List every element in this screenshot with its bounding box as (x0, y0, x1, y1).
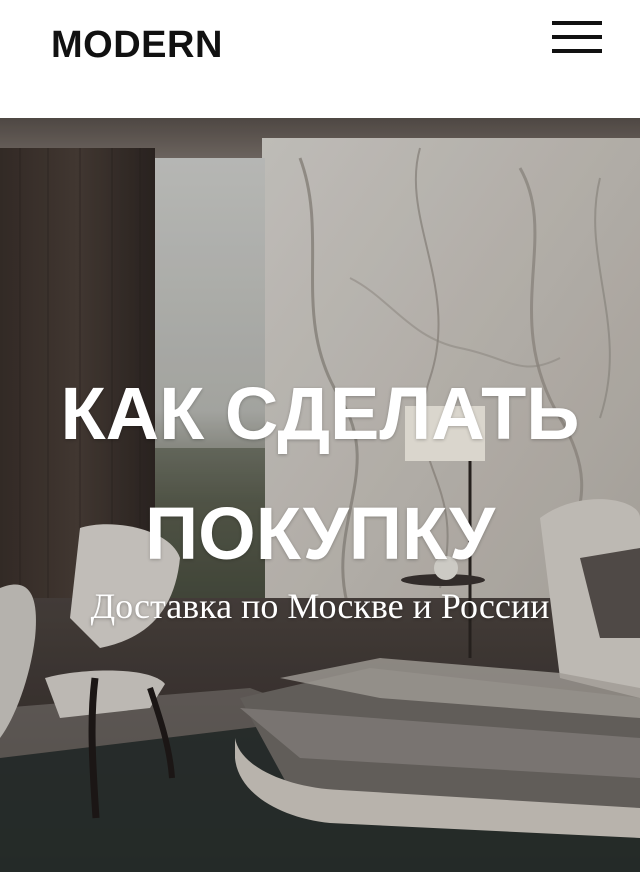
hero-subtitle: Доставка по Москве и России (90, 586, 550, 626)
hero-title: КАК СДЕЛАТЬ ПОКУПКУ (60, 372, 580, 575)
menu-line-top (552, 21, 602, 25)
hero-section: КАК СДЕЛАТЬ ПОКУПКУ Доставка по Москве и… (0, 118, 640, 872)
site-logo[interactable]: MODERN (51, 22, 223, 68)
menu-line-middle (552, 35, 602, 39)
site-header: MODERN (0, 0, 640, 118)
menu-line-bottom (552, 49, 602, 53)
hamburger-menu-icon[interactable] (548, 18, 606, 58)
